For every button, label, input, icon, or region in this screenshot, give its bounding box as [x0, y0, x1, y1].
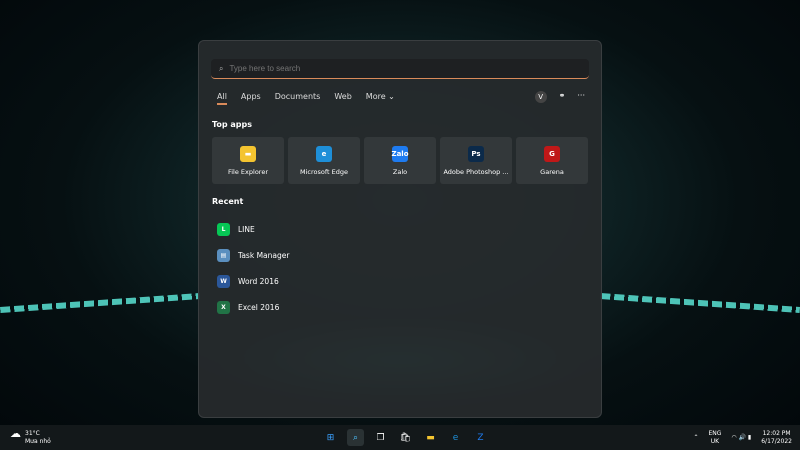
start-search-panel: ⌕ All Apps Documents Web More ⌄ V ⚭ ··· … — [198, 40, 602, 418]
recent-item-name: Task Manager — [238, 250, 290, 260]
search-taskbar-icon[interactable]: ⌕ — [347, 429, 364, 446]
top-app-tile[interactable]: G Garena — [516, 137, 588, 184]
chevron-up-icon[interactable]: ⌃ — [693, 434, 698, 442]
app-name: Zalo — [392, 167, 408, 176]
recent-heading: Recent — [212, 197, 244, 206]
weather-widget[interactable]: ☁ 31°C Mưa nhỏ — [10, 427, 51, 446]
app-name: Microsoft Edge — [299, 167, 348, 176]
app-icon: L — [217, 222, 230, 236]
app-icon: ▤ — [217, 248, 230, 262]
file-explorer-taskbar-icon[interactable]: ▬ — [422, 429, 439, 446]
search-box[interactable]: ⌕ — [211, 59, 589, 79]
language-indicator[interactable]: ENG UK — [708, 430, 721, 446]
recent-item[interactable]: L LINE — [217, 216, 289, 242]
recent-item-name: Excel 2016 — [238, 302, 280, 312]
app-icon: e — [316, 145, 332, 162]
top-apps-heading: Top apps — [212, 120, 253, 129]
search-icon: ⌕ — [219, 63, 224, 73]
app-name: Garena — [540, 167, 564, 176]
account-avatar[interactable]: V — [534, 91, 547, 103]
app-icon: ▬ — [240, 145, 256, 162]
app-name: File Explorer — [227, 167, 268, 176]
zalo-taskbar-icon[interactable]: Z — [472, 429, 489, 446]
app-icon: X — [217, 300, 230, 314]
search-input[interactable] — [229, 64, 560, 73]
cloud-rain-icon: ☁ — [10, 427, 21, 440]
recent-item-name: Word 2016 — [238, 276, 279, 286]
wifi-icon[interactable]: ◠ 🔊 ▮ — [731, 434, 751, 442]
weather-temp: 31°C — [25, 430, 40, 437]
app-name: Adobe Photoshop ... — [443, 167, 509, 176]
edge-taskbar-icon[interactable]: e — [447, 429, 464, 446]
tab-apps[interactable]: Apps — [241, 92, 261, 105]
app-icon: Zalo — [392, 145, 409, 162]
taskbar: ☁ 31°C Mưa nhỏ ⊞ ⌕ ❐ 🛍 ▬ e Z ⌃ ENG UK ◠ 🔊 … — [0, 425, 800, 450]
tab-more[interactable]: More ⌄ — [366, 92, 395, 105]
top-app-tile[interactable]: Ps Adobe Photoshop ... — [440, 137, 512, 184]
weather-desc: Mưa nhỏ — [25, 438, 51, 445]
start-icon[interactable]: ⊞ — [322, 429, 339, 446]
tab-web[interactable]: Web — [334, 92, 351, 105]
app-icon: Ps — [468, 145, 484, 162]
tab-all[interactable]: All — [217, 92, 227, 105]
top-app-tile[interactable]: e Microsoft Edge — [288, 137, 360, 184]
recent-item[interactable]: X Excel 2016 — [217, 294, 289, 320]
recent-item[interactable]: ▤ Task Manager — [217, 242, 289, 268]
more-options-icon[interactable]: ··· — [577, 91, 585, 103]
task-view-icon[interactable]: ❐ — [372, 429, 389, 446]
recent-item-name: LINE — [238, 224, 255, 234]
app-icon: W — [217, 274, 230, 288]
top-app-tile[interactable]: ▬ File Explorer — [212, 137, 284, 184]
tab-documents[interactable]: Documents — [275, 92, 321, 105]
clock[interactable]: 12:02 PM 6/17/2022 — [761, 430, 792, 446]
filter-tabs: All Apps Documents Web More ⌄ — [217, 92, 395, 105]
recent-item[interactable]: W Word 2016 — [217, 268, 289, 294]
app-icon: G — [544, 145, 560, 162]
top-app-tile[interactable]: Zalo Zalo — [364, 137, 436, 184]
store-icon[interactable]: 🛍 — [397, 429, 414, 446]
share-icon[interactable]: ⚭ — [559, 91, 566, 103]
